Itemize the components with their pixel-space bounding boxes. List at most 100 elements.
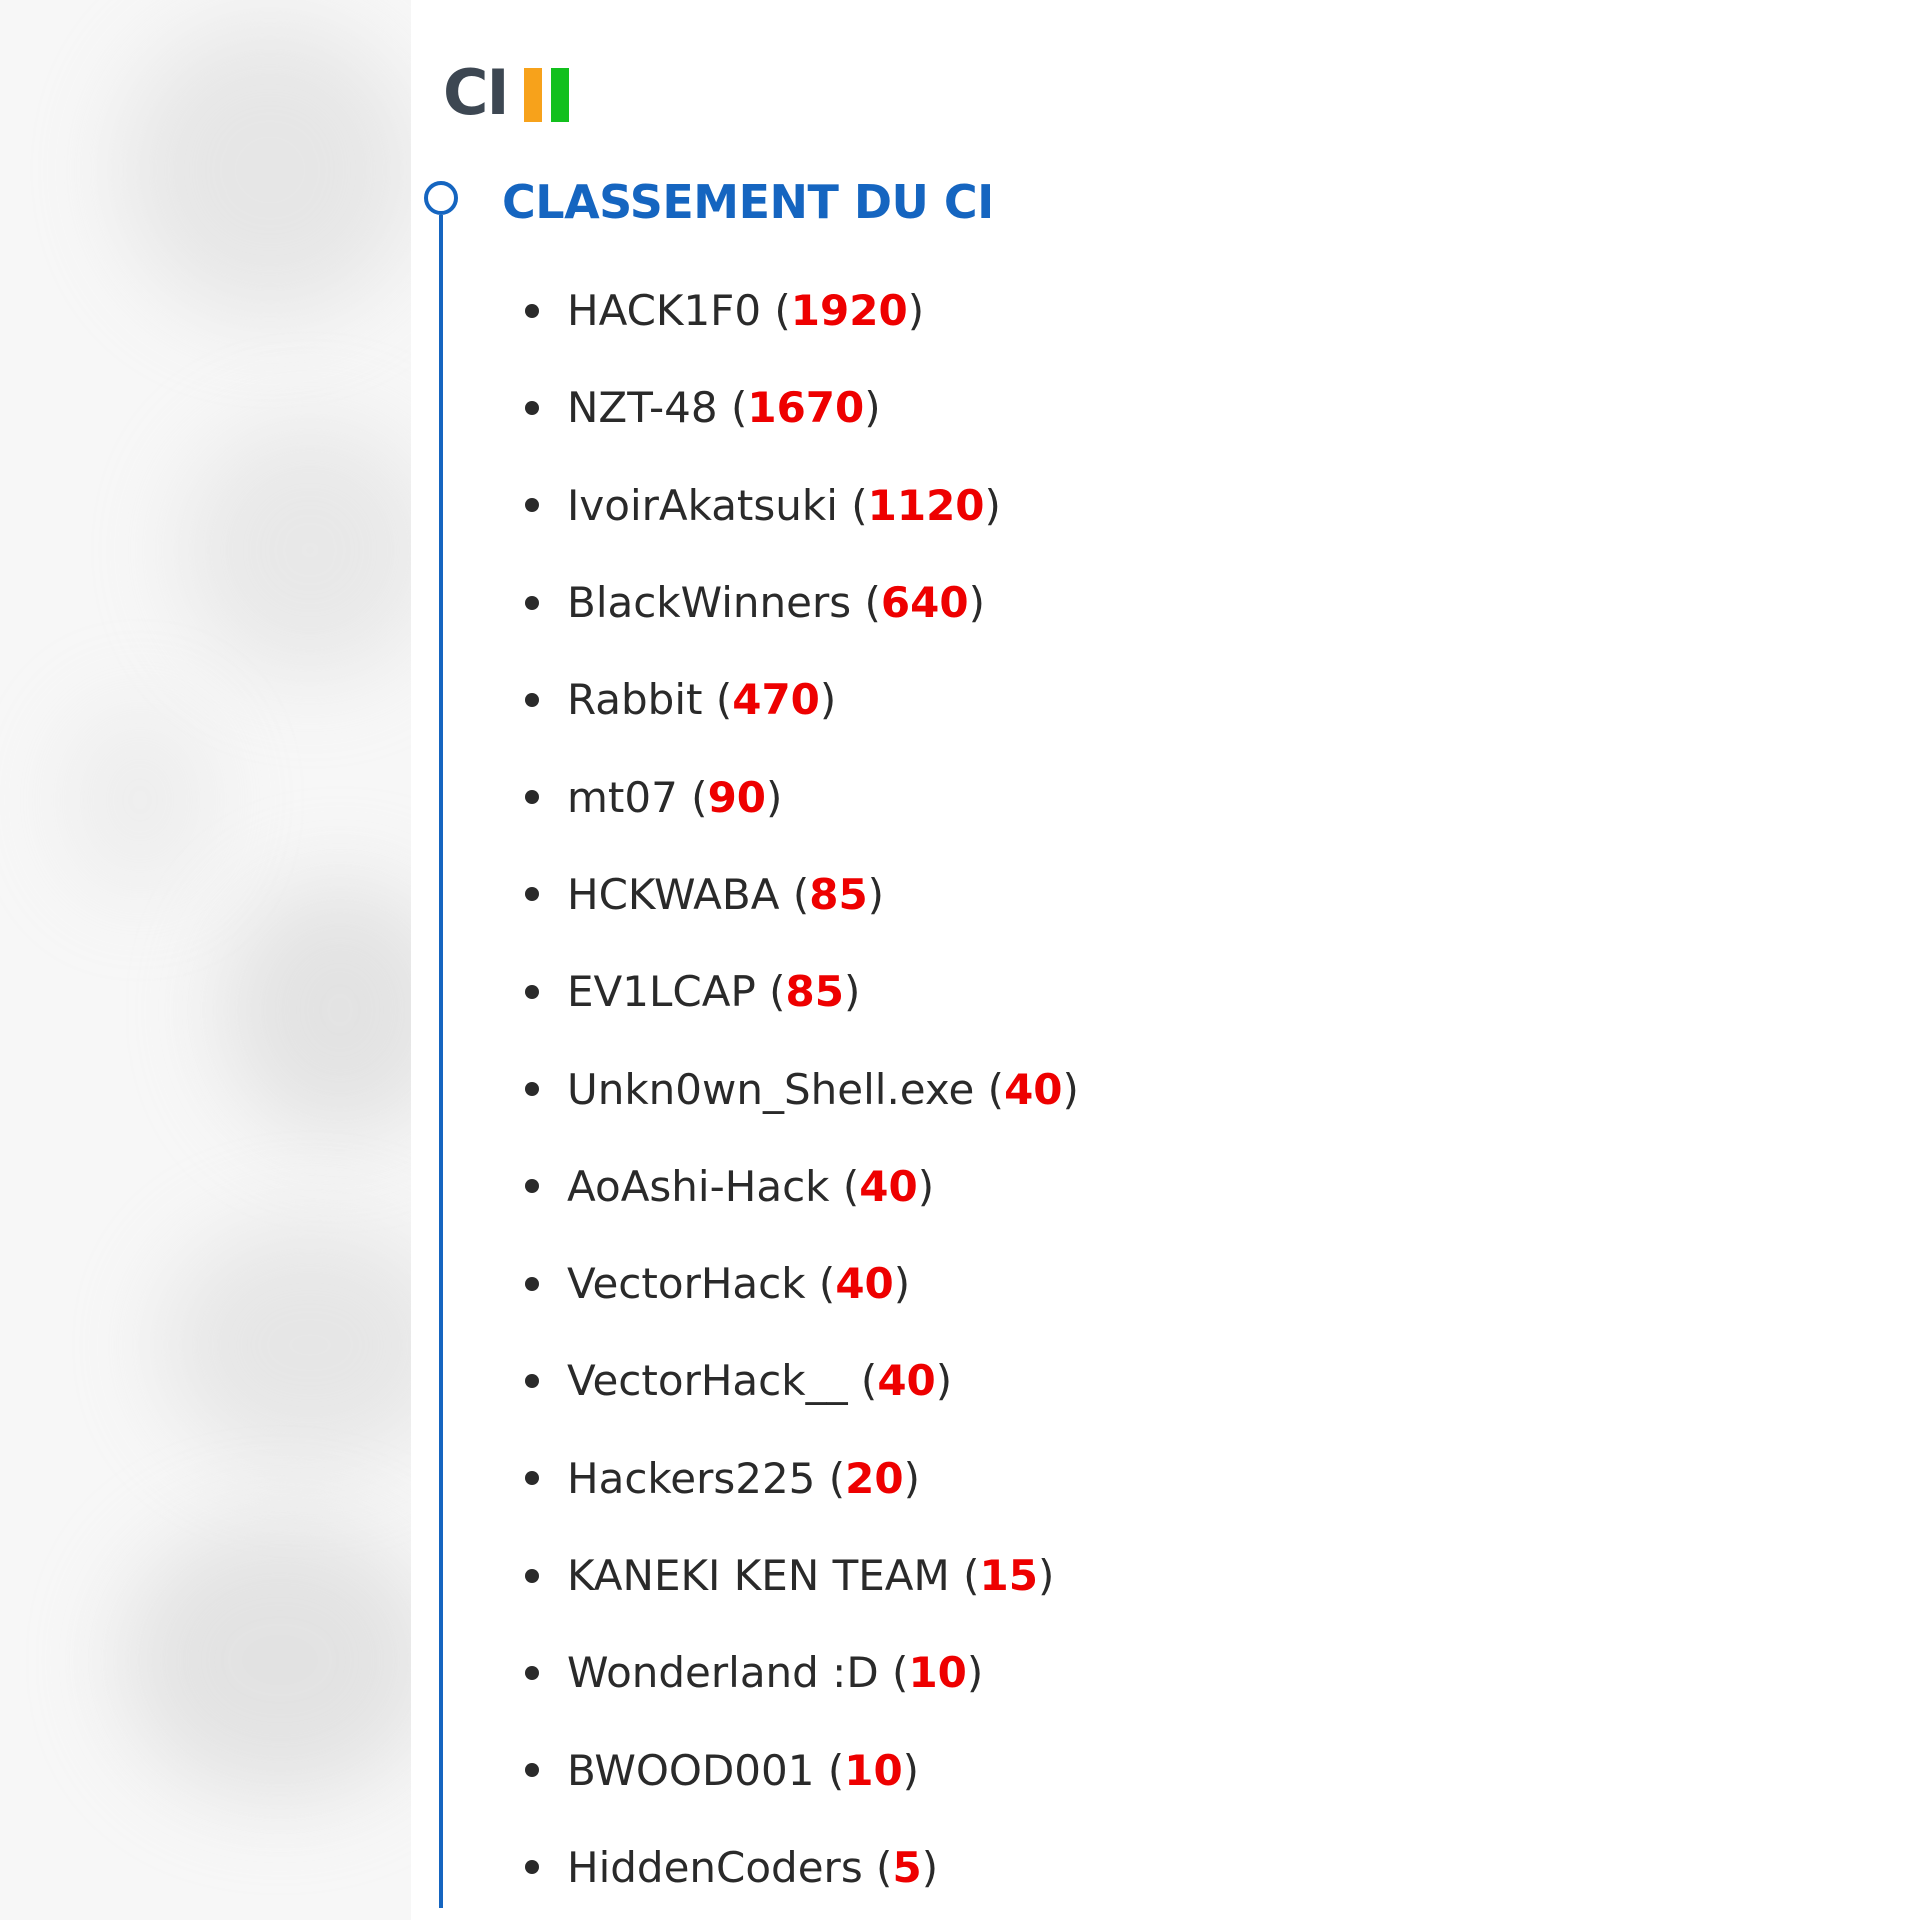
close-paren: ): [864, 383, 881, 433]
team-score: 1120: [867, 480, 985, 530]
team-name: Rabbit: [567, 675, 703, 725]
team-name: AoAshi-Hack: [567, 1161, 830, 1211]
flag-green-bar-icon: [550, 68, 569, 122]
blur-shape: [120, 20, 411, 320]
bullet-icon: [525, 1373, 539, 1388]
team-name: NZT-48: [567, 383, 718, 433]
list-item: HCKWABA (85): [507, 846, 1079, 943]
open-paren: (: [878, 1648, 909, 1698]
team-name: HiddenCoders: [567, 1842, 863, 1892]
bullet-icon: [525, 1471, 539, 1486]
flag-orange-bar-icon: [523, 68, 542, 122]
team-score: 85: [785, 967, 844, 1017]
list-item: BWOOD001 (10): [507, 1721, 1079, 1818]
team-score: 5: [892, 1842, 922, 1892]
open-paren: (: [847, 1356, 878, 1406]
bullet-icon: [525, 1082, 539, 1097]
open-paren: (: [814, 1745, 845, 1795]
team-score: 40: [835, 1259, 894, 1309]
team-name: HCKWABA: [567, 869, 780, 919]
team-score: 15: [979, 1551, 1038, 1600]
blur-shape: [180, 420, 411, 680]
list-item: Rabbit (470): [507, 651, 1079, 748]
close-paren: ): [1037, 1551, 1055, 1600]
close-paren: ): [917, 1161, 935, 1211]
bullet-icon: [525, 1179, 539, 1194]
close-paren: ): [1062, 1064, 1079, 1114]
close-paren: ): [867, 869, 885, 919]
list-item: IvoirAkatsuki (1120): [507, 457, 1079, 554]
blur-shape: [220, 880, 411, 1140]
close-paren: ): [907, 286, 925, 336]
team-name: BlackWinners: [567, 578, 852, 628]
team-score: 470: [732, 675, 820, 725]
team-name: VectorHack: [567, 1259, 806, 1309]
bullet-icon: [525, 1665, 539, 1680]
list-item: AoAshi-Hack (40): [507, 1138, 1079, 1235]
list-item: HiddenCoders (5): [507, 1819, 1079, 1916]
team-score: 10: [908, 1648, 967, 1698]
bullet-icon: [525, 692, 539, 707]
list-item: KANEKI KEN TEAM (15): [507, 1527, 1079, 1624]
close-paren: ): [903, 1453, 920, 1503]
team-score: 90: [707, 772, 767, 822]
blur-shape: [60, 700, 220, 900]
bullet-icon: [525, 1860, 539, 1875]
close-paren: ): [935, 1356, 953, 1406]
timeline-line: [439, 215, 443, 1908]
list-item: EV1LCAP (85): [507, 943, 1079, 1040]
team-name: EV1LCAP: [567, 967, 756, 1017]
team-score: 85: [809, 869, 868, 919]
open-paren: (: [974, 1064, 1005, 1114]
team-score: 40: [1004, 1064, 1063, 1114]
open-paren: (: [815, 1453, 846, 1503]
blurred-background-panel: [0, 0, 411, 1920]
open-paren: (: [837, 480, 868, 530]
close-paren: ): [819, 675, 837, 725]
site-logo[interactable]: CI: [443, 52, 578, 124]
team-score: 20: [845, 1453, 904, 1503]
team-name: Wonderland :D: [567, 1648, 879, 1698]
blur-shape: [160, 1220, 411, 1470]
ranking-title: CLASSEMENT DU CI: [502, 175, 994, 229]
open-paren: (: [949, 1551, 980, 1600]
team-name: VectorHack__: [567, 1356, 848, 1406]
logo-text: CI: [443, 56, 510, 129]
team-name: HACK1F0: [567, 286, 762, 336]
open-paren: (: [755, 967, 786, 1017]
bullet-icon: [525, 400, 539, 415]
team-score: 10: [844, 1745, 903, 1795]
list-item: Unkn0wn_Shell.exe (40): [507, 1040, 1079, 1137]
list-item: VectorHack (40): [507, 1235, 1079, 1332]
open-paren: (: [677, 772, 708, 822]
team-name: BWOOD001: [567, 1745, 815, 1795]
list-item: Hackers225 (20): [507, 1430, 1079, 1527]
ranking-list: HACK1F0 (1920) NZT-48 (1670) IvoirAkatsuki…: [507, 262, 1079, 1916]
team-score: 1670: [747, 383, 865, 433]
blur-shape: [120, 1520, 411, 1800]
open-paren: (: [779, 869, 810, 919]
team-name: mt07: [567, 772, 678, 822]
close-paren: ): [843, 967, 861, 1017]
close-paren: ): [766, 772, 783, 822]
list-item: NZT-48 (1670): [507, 359, 1079, 456]
close-paren: ): [984, 480, 1001, 530]
bullet-icon: [525, 498, 539, 513]
team-score: 40: [877, 1356, 936, 1406]
team-name: Hackers225: [567, 1453, 816, 1503]
timeline-marker-icon: [424, 181, 458, 215]
bullet-icon: [525, 790, 539, 805]
bullet-icon: [525, 303, 539, 318]
main-content: CI CLASSEMENT DU CI HACK1F0 (1920) NZT-48…: [411, 0, 1920, 1920]
bullet-icon: [525, 984, 539, 999]
open-paren: (: [702, 675, 733, 725]
list-item: Wonderland :D (10): [507, 1624, 1079, 1721]
bullet-icon: [525, 1763, 539, 1778]
team-score: 640: [880, 578, 969, 628]
open-paren: (: [862, 1842, 893, 1892]
close-paren: ): [966, 1648, 984, 1698]
close-paren: ): [893, 1259, 911, 1309]
team-name: Unkn0wn_Shell.exe: [567, 1064, 975, 1114]
close-paren: ): [902, 1745, 920, 1795]
open-paren: (: [805, 1259, 836, 1309]
